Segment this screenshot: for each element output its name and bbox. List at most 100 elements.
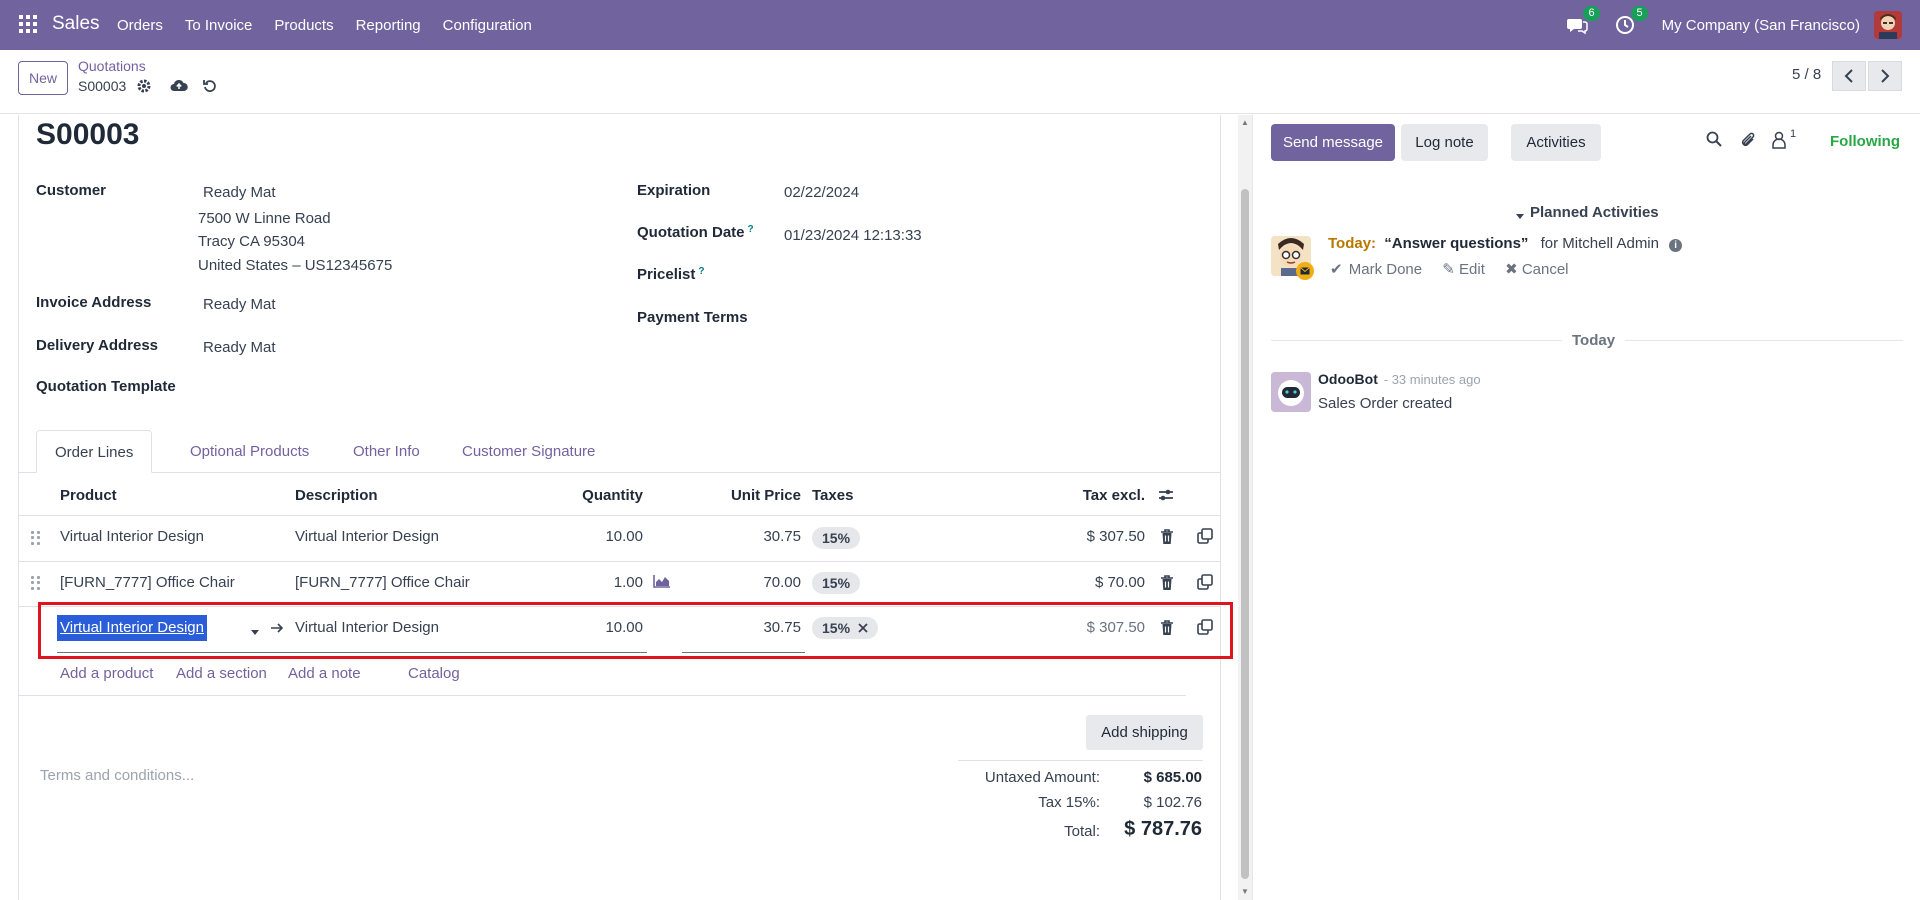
col-tax-excl[interactable]: Tax excl. <box>1045 487 1145 504</box>
edit-activity-link[interactable]: Edit <box>1459 261 1485 278</box>
row2-description[interactable]: [FURN_7777] Office Chair <box>295 574 470 591</box>
apps-menu-icon[interactable] <box>19 15 39 35</box>
row2-quantity[interactable]: 1.00 <box>543 574 643 591</box>
catalog-link[interactable]: Catalog <box>408 665 460 682</box>
internal-link-arrow-icon[interactable] <box>270 621 284 633</box>
menu-reporting[interactable]: Reporting <box>356 17 421 34</box>
pager-previous-button[interactable] <box>1832 61 1866 91</box>
log-note-button[interactable]: Log note <box>1401 124 1488 161</box>
discard-undo-icon[interactable] <box>202 78 220 96</box>
message-body: Sales Order created <box>1318 395 1453 412</box>
tag-remove-icon[interactable] <box>857 621 869 633</box>
company-switcher[interactable]: My Company (San Francisco) <box>1662 17 1860 34</box>
row2-unit-price[interactable]: 70.00 <box>700 574 801 591</box>
row3-description[interactable]: Virtual Interior Design <box>295 619 439 636</box>
row3-product-input[interactable]: Virtual Interior Design <box>57 615 207 641</box>
form-scrollbar[interactable]: ▲ ▼ <box>1238 115 1252 900</box>
payment-terms-label: Payment Terms <box>637 309 748 326</box>
terms-conditions-field[interactable]: Terms and conditions... <box>40 767 194 784</box>
add-product-link[interactable]: Add a product <box>60 665 153 682</box>
delivery-address-field[interactable]: Ready Mat <box>203 339 276 356</box>
row1-product[interactable]: Virtual Interior Design <box>60 528 204 545</box>
app-brand[interactable]: Sales <box>52 13 100 35</box>
send-message-button[interactable]: Send message <box>1271 124 1395 161</box>
menu-orders[interactable]: Orders <box>117 17 163 34</box>
menu-configuration[interactable]: Configuration <box>443 17 532 34</box>
tab-order-lines[interactable]: Order Lines <box>36 430 153 473</box>
new-button[interactable]: New <box>18 61 68 95</box>
main-menu: Orders To Invoice Products Reporting Con… <box>117 0 554 50</box>
optional-columns-icon[interactable] <box>1158 487 1174 503</box>
expiration-field[interactable]: 02/22/2024 <box>784 184 859 201</box>
duplicate-icon[interactable] <box>1197 574 1213 590</box>
tab-customer-signature[interactable]: Customer Signature <box>444 430 613 473</box>
row1-tax-tag[interactable]: 15% <box>812 527 861 549</box>
add-shipping-button[interactable]: Add shipping <box>1086 715 1203 750</box>
message-author[interactable]: OdooBot <box>1318 371 1378 387</box>
col-taxes[interactable]: Taxes <box>812 487 853 504</box>
tab-other-info[interactable]: Other Info <box>335 430 438 473</box>
pager-next-button[interactable] <box>1868 61 1902 91</box>
row1-quantity[interactable]: 10.00 <box>543 528 643 545</box>
quotation-date-label: Quotation Date? <box>637 224 754 241</box>
customer-label: Customer <box>36 182 107 199</box>
activity-actions: ✔ Mark Done ✎ Edit ✖ Cancel <box>1330 260 1569 278</box>
quotation-date-help-icon[interactable]: ? <box>748 224 754 235</box>
caret-down-icon[interactable] <box>1515 208 1525 219</box>
top-navbar: Sales Orders To Invoice Products Reporti… <box>0 0 1920 50</box>
row3-unit-price-input[interactable]: 30.75 <box>700 619 801 636</box>
attachment-paperclip-icon[interactable] <box>1740 131 1758 149</box>
quotation-date-field[interactable]: 01/23/2024 12:13:33 <box>784 227 922 244</box>
tab-optional-products[interactable]: Optional Products <box>172 430 327 473</box>
menu-to-invoice[interactable]: To Invoice <box>185 17 253 34</box>
search-icon[interactable] <box>1706 131 1724 149</box>
trash-icon[interactable] <box>1160 575 1176 591</box>
gear-icon[interactable] <box>136 78 154 96</box>
col-unit-price[interactable]: Unit Price <box>700 487 801 504</box>
row3-price-underline <box>682 652 805 653</box>
trash-icon[interactable] <box>1160 529 1176 545</box>
table-bottom-divider <box>18 695 1186 696</box>
scrollbar-thumb[interactable] <box>1241 189 1249 879</box>
cancel-activity-link[interactable]: Cancel <box>1522 261 1569 278</box>
user-avatar[interactable] <box>1874 11 1902 39</box>
activity-clock-icon[interactable]: 5 <box>1614 6 1648 36</box>
row1-description[interactable]: Virtual Interior Design <box>295 528 439 545</box>
customer-field[interactable]: Ready Mat <box>203 184 276 201</box>
add-section-link[interactable]: Add a section <box>176 665 267 682</box>
mark-done-link[interactable]: Mark Done <box>1349 261 1422 278</box>
row1-unit-price[interactable]: 30.75 <box>700 528 801 545</box>
messaging-icon[interactable]: 6 <box>1566 6 1600 36</box>
pager-value[interactable]: 5 / 8 <box>1792 66 1821 83</box>
odoobot-avatar[interactable] <box>1271 372 1311 412</box>
row2-tax-tag[interactable]: 15% <box>812 572 861 594</box>
activities-button[interactable]: Activities <box>1511 124 1601 161</box>
menu-products[interactable]: Products <box>274 17 333 34</box>
trash-icon[interactable] <box>1160 620 1176 636</box>
dropdown-caret-icon[interactable] <box>250 624 260 635</box>
duplicate-icon[interactable] <box>1197 528 1213 544</box>
col-product[interactable]: Product <box>60 487 117 504</box>
following-toggle[interactable]: Following <box>1830 133 1900 150</box>
duplicate-icon[interactable] <box>1197 619 1213 635</box>
pricelist-help-icon[interactable]: ? <box>698 266 704 277</box>
col-quantity[interactable]: Quantity <box>543 487 643 504</box>
drag-handle-icon[interactable] <box>31 576 41 590</box>
header-divider <box>18 515 1221 516</box>
invoice-address-field[interactable]: Ready Mat <box>203 296 276 313</box>
row2-subtotal: $ 70.00 <box>1094 574 1145 591</box>
row3-quantity-input[interactable]: 10.00 <box>543 619 643 636</box>
planned-activities-toggle[interactable]: Planned Activities <box>1530 204 1659 221</box>
drag-handle-icon[interactable] <box>31 531 41 545</box>
forecast-chart-icon[interactable] <box>653 574 670 590</box>
add-note-link[interactable]: Add a note <box>288 665 361 682</box>
save-cloud-icon[interactable] <box>170 78 188 96</box>
activity-when: Today: <box>1328 235 1377 252</box>
followers-icon[interactable] <box>1772 131 1790 149</box>
info-icon[interactable]: i <box>1669 239 1683 252</box>
breadcrumb-quotations[interactable]: Quotations <box>78 58 146 74</box>
pricelist-label: Pricelist? <box>637 266 705 283</box>
quotation-template-label: Quotation Template <box>36 378 176 395</box>
col-description[interactable]: Description <box>295 487 378 504</box>
row2-product[interactable]: [FURN_7777] Office Chair <box>60 574 235 591</box>
